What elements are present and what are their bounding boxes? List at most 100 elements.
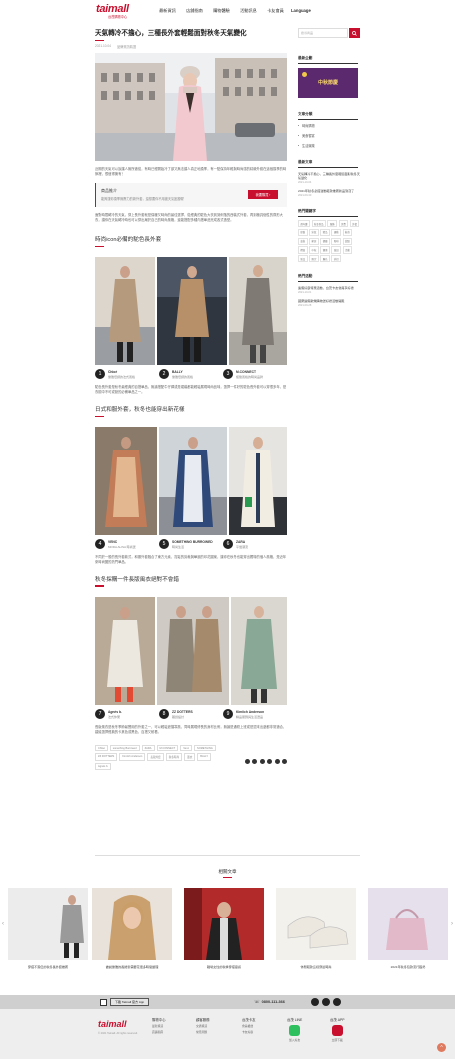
keyword-tag[interactable]: 禮盒 bbox=[298, 246, 308, 254]
app-download[interactable]: 下載 Taimall 官方 App bbox=[100, 998, 150, 1007]
brand-item[interactable]: 5 SOMETHING BURROWED 時尚生活 bbox=[159, 538, 223, 549]
keyword-tag[interactable]: 運動 bbox=[331, 228, 342, 236]
brand-desc: 極簡風格的時尚品牌 bbox=[236, 375, 264, 380]
footer-link[interactable]: 卡友好康 bbox=[242, 1030, 256, 1034]
nav-item-members[interactable]: 卡友會員 bbox=[262, 8, 289, 14]
line-icon[interactable] bbox=[259, 758, 265, 764]
email-icon[interactable] bbox=[267, 758, 273, 764]
main-nav: 最新資訊 店舖指南 購物體驗 活動訊息 卡友會員 Language bbox=[154, 8, 318, 14]
facebook-icon[interactable] bbox=[245, 758, 251, 764]
nav-item-events[interactable]: 活動訊息 bbox=[235, 8, 262, 14]
facebook-icon[interactable] bbox=[311, 998, 319, 1006]
tag[interactable]: Venc bbox=[180, 744, 192, 752]
search-input[interactable]: 搜尋商品 bbox=[298, 28, 348, 38]
brand-item[interactable]: 7 Agnès b. 法式休閒 bbox=[95, 708, 159, 719]
site-logo[interactable]: taimall 台茂購物中心 bbox=[96, 3, 140, 19]
app-download-button[interactable]: 下載 Taimall 官方 App bbox=[110, 998, 150, 1007]
tag[interactable]: 風衣 bbox=[184, 753, 196, 761]
footer-link[interactable]: 交通資訊 bbox=[196, 1024, 210, 1028]
brand-item[interactable]: 1 Chloé 優雅低調的法式風格 bbox=[95, 368, 159, 379]
category-item[interactable]: 美食饗宴 bbox=[298, 133, 360, 138]
keyword-tag[interactable]: 聯名 bbox=[320, 255, 330, 263]
keyword-tag[interactable]: 精品 bbox=[320, 228, 330, 236]
brand-item[interactable]: 2 BALLY 優雅低調的風格 bbox=[159, 368, 223, 379]
tag[interactable]: ZZ DOTTERS bbox=[95, 753, 118, 761]
search-button[interactable] bbox=[349, 28, 360, 38]
back-to-top-icon[interactable]: ^ bbox=[437, 1043, 446, 1052]
line-qr-icon[interactable] bbox=[289, 1025, 301, 1036]
event-title: 連假好康特惠活動，台茂卡友會員享好禮 bbox=[298, 285, 354, 290]
latest-item[interactable]: 2021年秋冬必搭運動鞋款推薦新品到貨了 2021-09-30 bbox=[298, 189, 360, 197]
instagram-icon[interactable] bbox=[322, 998, 330, 1006]
carousel-prev-icon[interactable]: ‹ bbox=[2, 921, 4, 927]
related-card[interactable]: 誰說優雅的長捲髮需要花很多時間整理 bbox=[92, 888, 172, 969]
event-item[interactable]: 國慶連假歡樂購物送好禮活動開跑 2021-09-28 bbox=[298, 299, 360, 307]
promo-banner[interactable]: 中秋節慶 bbox=[298, 67, 358, 98]
keyword-tag[interactable]: 週年慶 bbox=[298, 220, 310, 228]
tag[interactable]: Agnès b. bbox=[95, 763, 112, 770]
related-card[interactable]: 2021年秋冬包款流行趨勢 bbox=[368, 888, 448, 969]
keyword-tag[interactable]: 彩妝 bbox=[309, 228, 319, 236]
keyword-tag[interactable]: 外套 bbox=[349, 220, 360, 228]
footer-link[interactable]: 常見問題 bbox=[196, 1030, 210, 1034]
footer-link[interactable]: 店舖指南 bbox=[152, 1030, 166, 1034]
keyword-tag[interactable]: 童裝 bbox=[298, 237, 308, 245]
brand-item[interactable]: 6 ZARA 平價潮流 bbox=[223, 538, 287, 549]
tag[interactable]: something Burrowed bbox=[109, 744, 140, 752]
keyword-tag[interactable]: 鞋款 bbox=[342, 228, 353, 236]
tag[interactable]: BALLY bbox=[197, 753, 212, 761]
nav-item-news[interactable]: 最新資訊 bbox=[154, 8, 181, 14]
category-item[interactable]: 生活娛樂 bbox=[298, 143, 360, 148]
keyword-tag[interactable]: 中秋 bbox=[309, 246, 319, 254]
footer-link[interactable]: 會員權益 bbox=[242, 1024, 256, 1028]
event-item[interactable]: 連假好康特惠活動，台茂卡友會員享好禮 2021-10-01 bbox=[298, 286, 360, 294]
tag[interactable]: 長版外套 bbox=[147, 753, 164, 761]
brand-item[interactable]: 8 ZZ DOTTERS 獨創設計 bbox=[159, 708, 223, 719]
nav-item-experience[interactable]: 購物體驗 bbox=[208, 8, 235, 14]
footer-link[interactable]: 最新資訊 bbox=[152, 1024, 166, 1028]
brand-item[interactable]: 4 VENC MODA ALISA 時尚選 bbox=[95, 538, 159, 549]
keyword-tag[interactable]: 甜點 bbox=[342, 237, 353, 245]
latest-item[interactable]: 天氣轉冷不擔心，三種長外套輕鬆面對秋冬天氣變化 2021-10-04 bbox=[298, 172, 360, 184]
related-card[interactable]: 休閒鞋款這樣穿最時尚 bbox=[276, 888, 356, 969]
keyword-tag[interactable]: 折扣 bbox=[331, 255, 342, 263]
card-caption: 職場女性的秋季穿搭靈感 bbox=[206, 965, 242, 969]
tag[interactable]: M.CONNECT bbox=[156, 744, 179, 752]
article-category[interactable]: 品牌資訊精選 bbox=[117, 44, 136, 49]
footer-link[interactable]: 立即下載 bbox=[330, 1038, 345, 1042]
carousel-next-icon[interactable]: › bbox=[451, 921, 453, 927]
brand-item[interactable]: 3 M.CONNECT 極簡風格的時尚品牌 bbox=[223, 368, 287, 380]
link-icon[interactable] bbox=[282, 758, 287, 764]
keyword-tag[interactable]: 美食 bbox=[338, 220, 349, 228]
keyword-tag[interactable]: 餐廳 bbox=[320, 237, 330, 245]
keyword-tag[interactable]: 新品 bbox=[298, 255, 308, 263]
keyword-tag[interactable]: 限定 bbox=[309, 255, 319, 263]
footer-link[interactable]: 加入好友 bbox=[287, 1038, 302, 1042]
messenger-icon[interactable] bbox=[274, 758, 280, 764]
keyword-tag[interactable]: 家居 bbox=[309, 237, 319, 245]
nav-item-language[interactable]: Language bbox=[291, 8, 318, 14]
keyword-tag[interactable]: 優惠 bbox=[320, 246, 330, 254]
tag[interactable]: Kimiich Anderson bbox=[119, 753, 146, 761]
footer-logo[interactable]: taimall bbox=[98, 1019, 138, 1029]
tag[interactable]: Chloé bbox=[95, 744, 108, 752]
tag[interactable]: SOMETHING bbox=[194, 744, 216, 752]
youtube-icon[interactable] bbox=[333, 998, 341, 1006]
tag[interactable]: ZARA bbox=[141, 744, 155, 752]
keyword-tag[interactable]: 秋冬新品 bbox=[311, 220, 326, 228]
app-icon[interactable] bbox=[331, 1025, 343, 1036]
related-card[interactable]: 穿搭不落伍的秋冬長外套推薦 bbox=[8, 888, 88, 969]
keyword-tag[interactable]: 保養 bbox=[298, 228, 308, 236]
buy-button[interactable]: 我要購買 › bbox=[248, 190, 278, 200]
tag[interactable]: 秋冬時尚 bbox=[165, 753, 183, 761]
keyword-tag[interactable]: 會員 bbox=[331, 246, 342, 254]
phone-number[interactable]: 0800-111-366 bbox=[262, 1000, 285, 1004]
keyword-tag[interactable]: 活動 bbox=[342, 246, 353, 254]
keyword-tag[interactable]: 咖啡 bbox=[331, 237, 342, 245]
brand-item[interactable]: 9 Kimiich Anderson 精品服飾與生活選品 bbox=[223, 708, 287, 719]
twitter-icon[interactable] bbox=[252, 758, 258, 764]
keyword-tag[interactable]: 服飾 bbox=[327, 220, 338, 228]
nav-item-stores[interactable]: 店舖指南 bbox=[181, 8, 208, 14]
related-card[interactable]: 職場女性的秋季穿搭靈感 bbox=[184, 888, 264, 969]
category-item[interactable]: 時尚購物 bbox=[298, 123, 360, 128]
